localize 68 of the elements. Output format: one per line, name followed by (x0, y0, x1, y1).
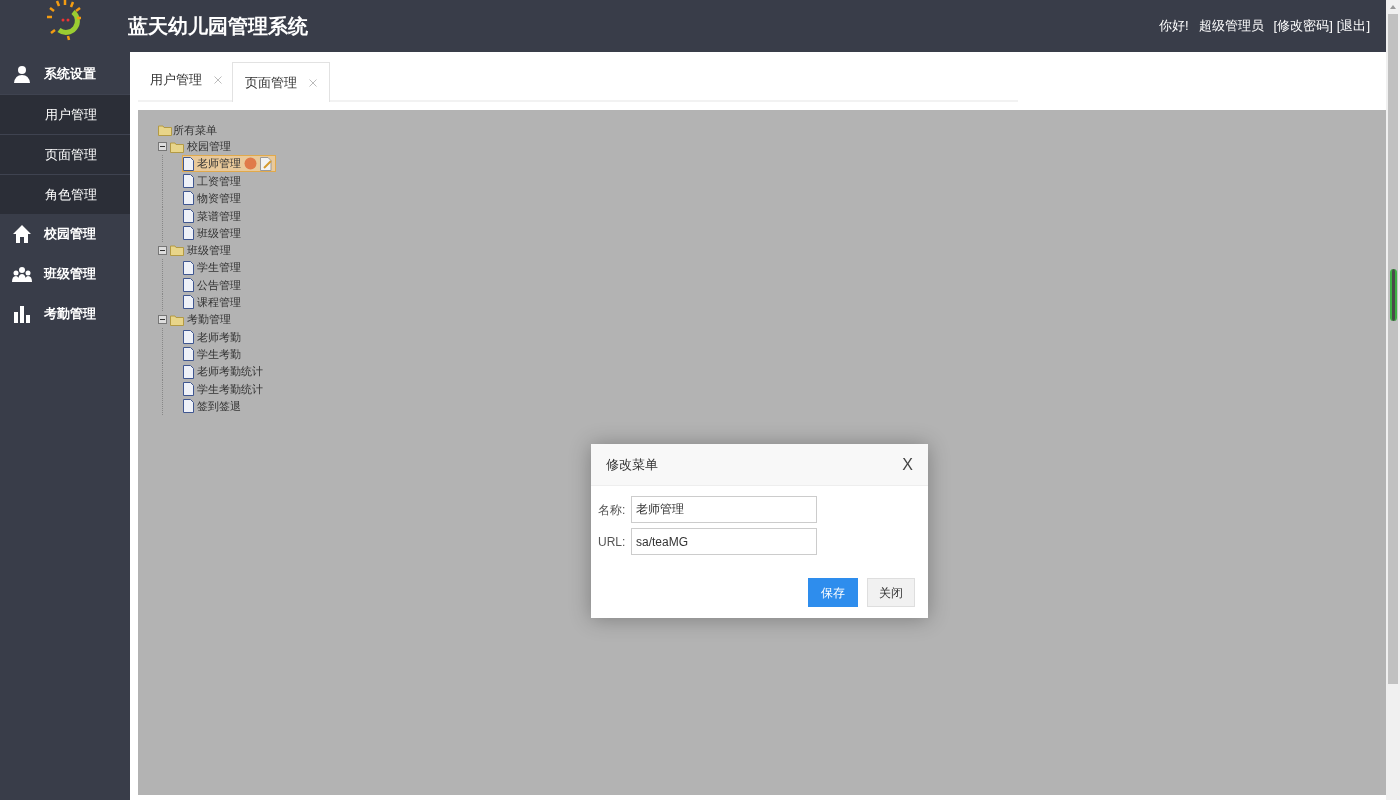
tree-node[interactable]: 老师考勤 (182, 328, 244, 346)
header-link[interactable]: [退出] (1336, 16, 1370, 36)
tree-node[interactable]: 考勤管理 (187, 311, 231, 328)
input-field[interactable]: sa/teaMG (631, 528, 817, 555)
tree-node[interactable]: 班级管理 (187, 242, 231, 259)
document-icon (183, 156, 194, 171)
document-icon (183, 399, 194, 414)
save-button[interactable]: 保存 (808, 578, 858, 607)
tree-node[interactable]: 学生管理 (182, 259, 244, 277)
document-icon (183, 260, 194, 275)
close-button[interactable]: X (902, 452, 913, 477)
house-icon (12, 224, 32, 244)
tree-node[interactable]: 学生考勤统计 (182, 380, 266, 398)
folder-icon (170, 244, 184, 257)
folder-icon (170, 313, 184, 326)
app-title: 蓝天幼儿园管理系统 (128, 14, 308, 39)
tree-node[interactable]: 工资管理 (182, 172, 244, 190)
person-icon (12, 64, 32, 84)
document-icon (183, 278, 194, 293)
sidebar-menu-item[interactable]: 班级管理 (0, 254, 130, 294)
tree-node[interactable]: 物资管理 (182, 189, 244, 207)
tab[interactable]: 页面管理 (232, 62, 330, 102)
tree-node[interactable]: 老师管理 (182, 155, 276, 173)
input-field[interactable]: 老师管理 (631, 496, 817, 523)
collapse-icon[interactable] (158, 315, 167, 325)
folder-icon (158, 124, 172, 136)
bar-chart-icon (12, 304, 32, 324)
tree-node[interactable]: 校园管理 (187, 138, 231, 155)
sidebar-menu-item[interactable]: 校园管理 (0, 214, 130, 254)
close-icon[interactable] (309, 78, 317, 87)
document-icon (183, 208, 194, 223)
tree-node[interactable]: 所有菜单 (173, 121, 217, 139)
close-icon[interactable] (214, 76, 222, 84)
field-label: URL: (598, 533, 627, 551)
tree-node[interactable]: 菜谱管理 (182, 207, 244, 225)
document-icon (183, 191, 194, 206)
close-button[interactable]: 关闭 (867, 578, 915, 607)
tree-node[interactable]: 课程管理 (182, 293, 244, 311)
document-icon (183, 329, 194, 344)
folder-icon (170, 140, 184, 153)
document-icon (183, 364, 194, 379)
document-icon (183, 382, 194, 396)
tree-node[interactable]: 老师考勤统计 (182, 363, 266, 381)
scroll-thumb[interactable] (1389, 269, 1397, 321)
sidebar-submenu-item[interactable]: 角色管理 (0, 174, 130, 214)
header-link[interactable]: [修改密码] (1273, 16, 1333, 36)
tree-node[interactable]: 班级管理 (182, 224, 244, 242)
sidebar-menu-item[interactable]: 考勤管理 (0, 294, 130, 334)
group-icon (12, 264, 32, 284)
sidebar-submenu-item[interactable]: 用户管理 (0, 94, 130, 134)
user-name: 超级管理员 (1198, 17, 1264, 36)
collapse-icon[interactable] (158, 245, 167, 255)
document-icon (183, 174, 194, 189)
document-icon (183, 226, 194, 241)
dialog-title: 修改菜单 (606, 455, 658, 474)
document-icon (183, 295, 194, 310)
greeting-text: 你好! (1158, 17, 1189, 36)
tree-node[interactable]: 公告管理 (182, 276, 244, 294)
field-label: 名称: (598, 501, 627, 519)
sidebar-menu-item[interactable]: 系统设置 (0, 54, 130, 94)
collapse-icon[interactable] (158, 142, 167, 151)
delete-icon[interactable] (244, 157, 257, 171)
tree-node[interactable]: 学生考勤 (182, 345, 244, 363)
tab[interactable]: 用户管理 (140, 60, 232, 100)
document-icon (183, 347, 194, 362)
edit-icon[interactable] (260, 156, 273, 171)
sidebar-submenu-item[interactable]: 页面管理 (0, 134, 130, 174)
tree-node[interactable]: 签到签退 (182, 397, 244, 415)
